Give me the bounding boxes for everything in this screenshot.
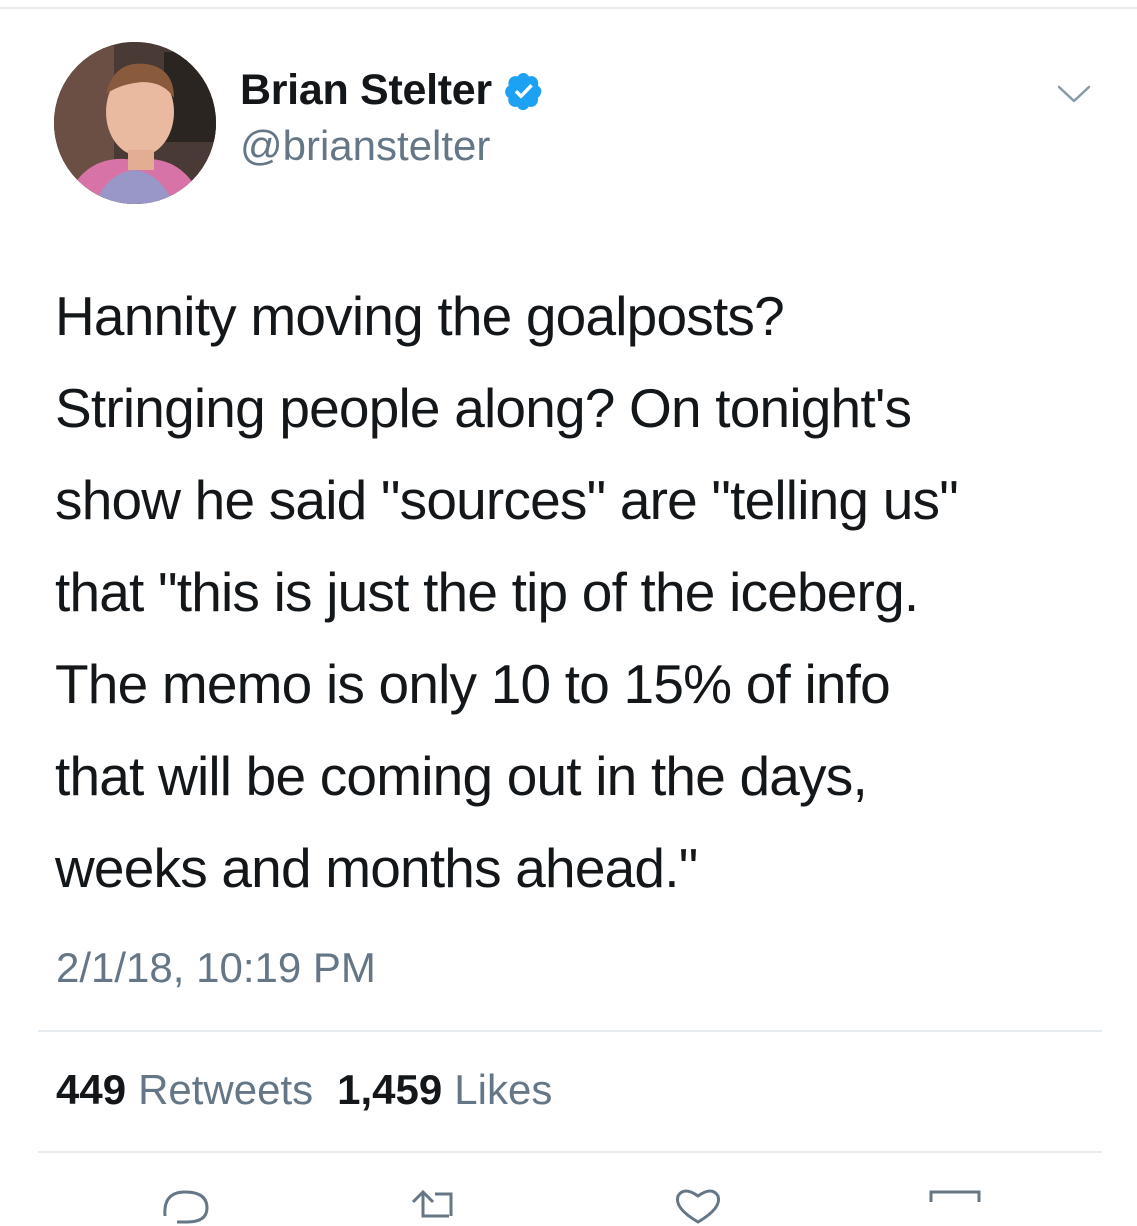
verified-badge-icon: [504, 72, 542, 110]
author-handle[interactable]: @brianstelter: [240, 122, 490, 170]
tweet-timestamp[interactable]: 2/1/18, 10:19 PM: [56, 944, 376, 992]
tweet-text-line: that "this is just the tip of the iceber…: [55, 561, 919, 623]
retweet-icon[interactable]: [405, 1186, 465, 1226]
heart-icon[interactable]: [668, 1186, 728, 1226]
chevron-down-icon[interactable]: [1056, 82, 1092, 106]
tweet-text-line: Hannity moving the goalposts?: [55, 285, 785, 347]
tweet-text-line: that will be coming out in the days,: [55, 745, 868, 807]
tweet-text: Hannity moving the goalposts? Stringing …: [55, 270, 1115, 914]
tweet-stats: 449 Retweets 1,459 Likes: [56, 1066, 552, 1114]
retweets-label[interactable]: Retweets: [138, 1066, 313, 1114]
tweet-text-line: show he said "sources" are "telling us": [55, 469, 959, 531]
tweet-action-bar: [0, 1176, 1137, 1224]
top-divider: [0, 7, 1137, 9]
tweet-text-line: The memo is only 10 to 15% of info: [55, 653, 891, 715]
reply-icon[interactable]: [155, 1186, 215, 1226]
stats-top-divider: [38, 1030, 1102, 1032]
retweets-count[interactable]: 449: [56, 1066, 126, 1114]
avatar-photo: [54, 42, 216, 204]
share-icon[interactable]: [925, 1186, 985, 1226]
author-display-name[interactable]: Brian Stelter: [240, 66, 492, 115]
likes-label[interactable]: Likes: [454, 1066, 552, 1114]
likes-count[interactable]: 1,459: [337, 1066, 442, 1114]
tweet-text-line: weeks and months ahead.": [55, 837, 698, 899]
tweet-text-line: Stringing people along? On tonight's: [55, 377, 912, 439]
author-name-row[interactable]: Brian Stelter: [240, 66, 544, 115]
stats-bottom-divider: [38, 1151, 1102, 1153]
avatar[interactable]: [54, 42, 216, 204]
